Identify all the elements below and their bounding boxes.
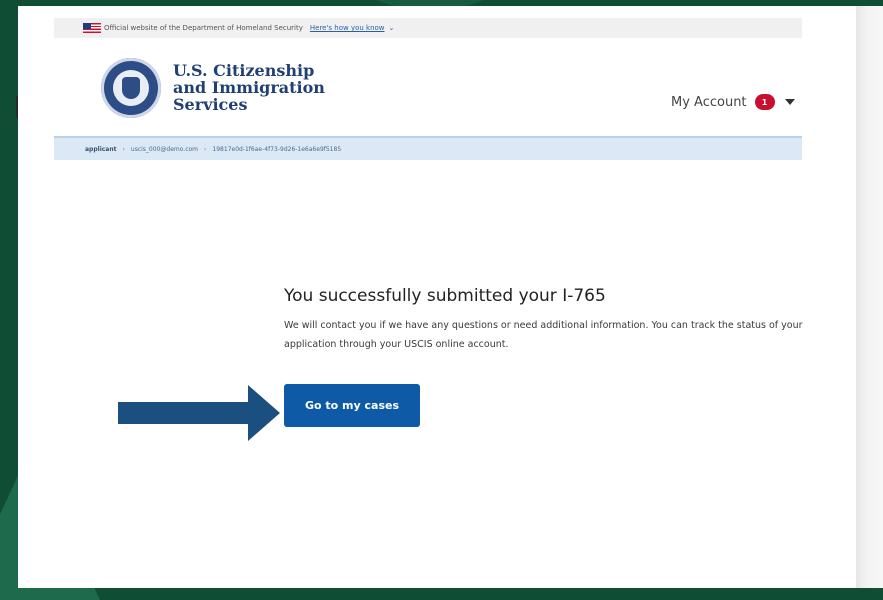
agency-name-line-1: U.S. Citizenship (173, 61, 315, 80)
agency-logo-text[interactable]: U.S. Citizenship and Immigration Service… (173, 62, 333, 113)
heres-how-you-know-link[interactable]: Here's how you know (310, 24, 385, 32)
page-title: You successfully submitted your I-765 (284, 286, 606, 306)
gov-banner: Official website of the Department of Ho… (54, 18, 802, 38)
breadcrumb: applicant › uscis_000@demo.com › 19817e0… (54, 136, 802, 160)
breadcrumb-item-applicant[interactable]: applicant (85, 146, 117, 153)
agency-name-line-2: and Immigration (173, 78, 325, 97)
confirmation-message: We will contact you if we have any quest… (284, 320, 803, 350)
my-account-menu[interactable]: My Account 1 (671, 94, 795, 110)
breadcrumb-separator: › (122, 145, 125, 153)
breadcrumb-item-case-id: 19817e0d-1f6ae-4f73-9d26-1e6a6e9f5185 (212, 145, 342, 153)
go-to-my-cases-button[interactable]: Go to my cases (284, 384, 420, 427)
caret-down-icon (784, 99, 795, 105)
agency-name-line-3: Services (173, 95, 248, 114)
my-account-label: My Account (671, 94, 747, 110)
page-edge-shadow (856, 6, 883, 588)
gov-banner-text: Official website of the Department of Ho… (104, 24, 303, 32)
dhs-seal-icon[interactable] (101, 58, 161, 118)
arrow-right-icon (118, 385, 280, 441)
breadcrumb-separator: › (204, 145, 207, 153)
breadcrumb-item-account[interactable]: uscis_000@demo.com (131, 146, 198, 153)
site-header: U.S. Citizenship and Immigration Service… (54, 38, 802, 134)
chevron-down-icon[interactable]: ⌄ (389, 24, 395, 32)
notification-badge: 1 (754, 94, 775, 110)
us-flag-icon (83, 23, 101, 33)
